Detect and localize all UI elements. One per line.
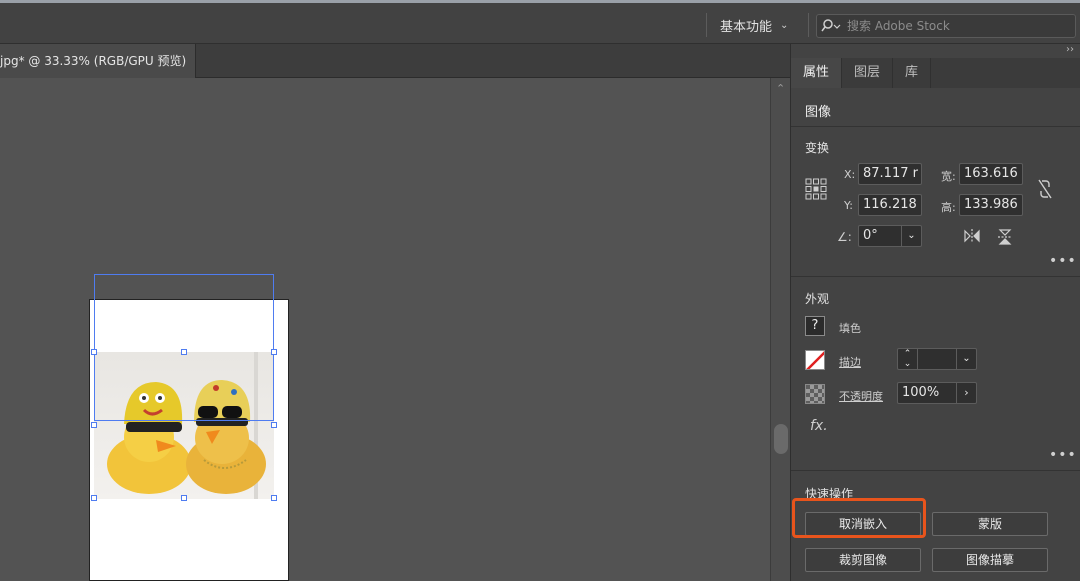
document-tab-bar: jpg* @ 33.33% (RGB/GPU 预览) [0, 44, 790, 78]
y-label: Y: [844, 199, 853, 212]
tab-properties[interactable]: 属性 [791, 58, 843, 88]
effects-fx-button[interactable]: fx. [810, 418, 828, 434]
width-field[interactable]: 163.616 [959, 163, 1023, 185]
opacity-field[interactable]: 100% › [897, 382, 977, 404]
divider [791, 276, 1080, 277]
tab-libraries[interactable]: 库 [893, 58, 932, 88]
opacity-swatch-icon [805, 384, 825, 404]
divider [791, 126, 1080, 127]
selection-bounding-box[interactable] [94, 274, 274, 421]
application-bar: 基本功能 ⌄ [0, 0, 1080, 44]
workspace-switcher[interactable]: 基本功能 ⌄ [720, 14, 788, 36]
divider [706, 13, 707, 37]
workspace-label: 基本功能 [720, 19, 773, 35]
panel-tab-bar: 属性 图层 库 [791, 58, 1080, 88]
stepper-icon[interactable]: ⌃ ⌄ [898, 349, 918, 369]
crop-image-button[interactable]: 裁剪图像 [805, 548, 921, 572]
resize-handle-nw[interactable] [91, 349, 97, 355]
image-trace-button[interactable]: 图像描摹 [932, 548, 1048, 572]
object-type-label: 图像 [805, 105, 832, 120]
constrain-proportions-icon[interactable] [1037, 178, 1053, 204]
chevron-down-icon[interactable]: ⌄ [956, 349, 976, 369]
resize-handle-w[interactable] [91, 422, 97, 428]
stock-search-box[interactable] [816, 14, 1076, 38]
opacity-value: 100% [902, 385, 940, 400]
chevron-down-icon[interactable]: ⌄ [901, 226, 921, 246]
mask-button[interactable]: 蒙版 [932, 512, 1048, 536]
opacity-label[interactable]: 不透明度 [839, 388, 883, 404]
document-tab[interactable]: jpg* @ 33.33% (RGB/GPU 预览) [0, 44, 196, 78]
rotate-angle-field[interactable]: 0° ⌄ [858, 225, 922, 247]
more-options-icon[interactable]: ••• [1049, 253, 1077, 269]
transform-section-title: 变换 [805, 141, 830, 155]
resize-handle-ne[interactable] [271, 349, 277, 355]
width-label: 宽: [941, 170, 956, 183]
stock-search-input[interactable] [845, 18, 1065, 34]
chevron-down-icon: ⌄ [780, 19, 789, 31]
stroke-label[interactable]: 描边 [839, 354, 861, 370]
fill-swatch-icon[interactable]: ? [805, 316, 825, 336]
tab-layers[interactable]: 图层 [842, 58, 894, 88]
collapse-panel-icon[interactable]: ›› [1066, 44, 1074, 55]
angle-label: ∠: [837, 230, 852, 244]
flip-horizontal-icon[interactable] [963, 228, 981, 248]
stroke-weight-field[interactable]: ⌃ ⌄ ⌄ [897, 348, 977, 370]
appearance-section-title: 外观 [805, 292, 830, 306]
flip-vertical-icon[interactable] [997, 228, 1013, 250]
scroll-up-icon[interactable]: ⌃ [776, 82, 785, 95]
resize-handle-e[interactable] [271, 422, 277, 428]
x-position-field[interactable]: 87.117 r [858, 163, 922, 185]
height-label: 高: [941, 201, 956, 214]
x-label: X: [844, 168, 856, 181]
stroke-swatch-icon[interactable] [805, 350, 825, 370]
resize-handle-sw[interactable] [91, 495, 97, 501]
vertical-scrollbar[interactable]: ⌃ [770, 78, 790, 581]
divider [808, 13, 809, 37]
more-options-icon[interactable]: ••• [1049, 447, 1077, 463]
y-position-field[interactable]: 116.218 [858, 194, 922, 216]
resize-handle-se[interactable] [271, 495, 277, 501]
divider [791, 470, 1080, 471]
resize-handle-n[interactable] [181, 349, 187, 355]
chevron-right-icon[interactable]: › [956, 383, 976, 403]
document-tab-title: jpg* @ 33.33% (RGB/GPU 预览) [0, 54, 187, 68]
rotate-angle-value: 0° [863, 228, 878, 243]
reference-point-icon[interactable] [805, 178, 827, 204]
search-icon[interactable] [821, 19, 845, 33]
highlight-annotation [792, 498, 926, 538]
fill-label: 填色 [839, 322, 861, 335]
scrollbar-thumb[interactable] [774, 424, 788, 454]
properties-panel: ›› 属性 图层 库 图像 变换 X: 87.117 r 宽: 163.616 [790, 44, 1080, 581]
height-field[interactable]: 133.986 [959, 194, 1023, 216]
resize-handle-s[interactable] [181, 495, 187, 501]
